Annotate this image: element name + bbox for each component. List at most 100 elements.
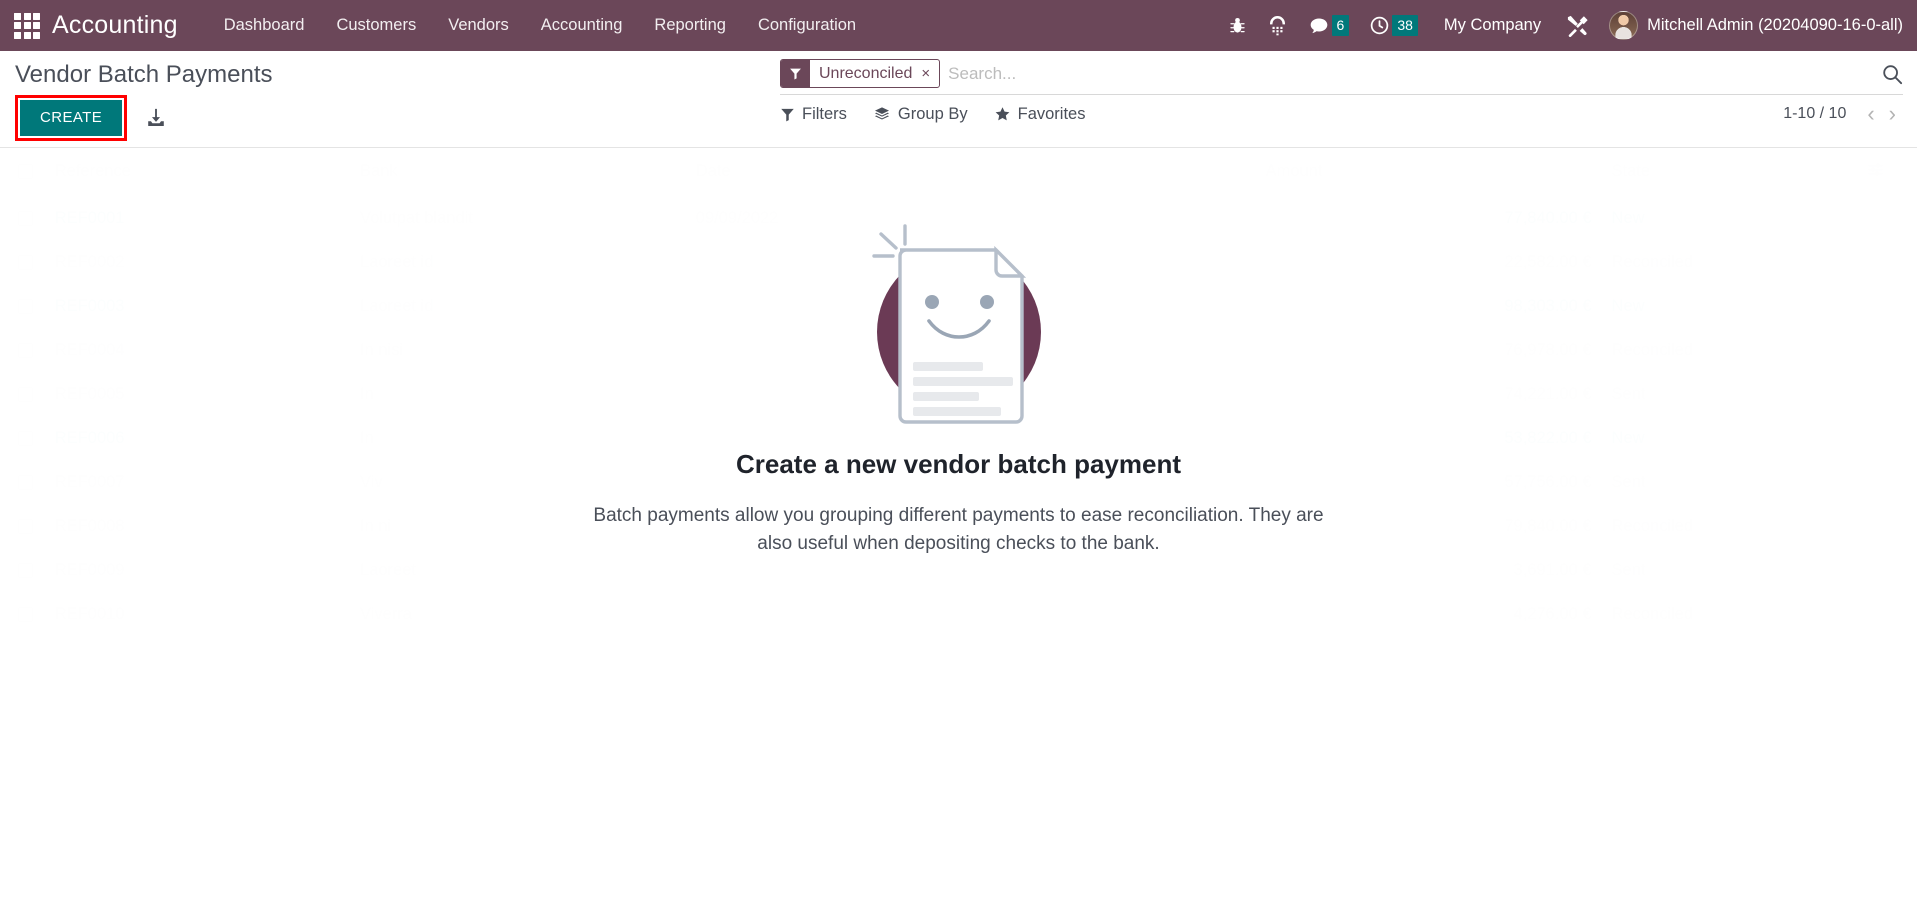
column-header-amount[interactable]: Amount [1255, 148, 1602, 197]
table-row[interactable]: REF0007 Viv 57,756.00 € Sent [0, 460, 1917, 505]
cell-date: 09/09/2022 [685, 196, 1256, 241]
filter-funnel-icon [781, 60, 810, 87]
table-row[interactable]: REF0008 In ni 79,840.00 € Reconciled [0, 504, 1917, 549]
cell-bank: Laoreet id [350, 240, 686, 285]
table-row[interactable]: REF0001 Volutpat blandit 09/09/2022 77,840.… [0, 196, 1917, 241]
column-options-icon[interactable] [1855, 148, 1917, 197]
menu-customers[interactable]: Customers [320, 10, 432, 41]
cell-date [685, 328, 1256, 373]
dialpad-icon[interactable] [1267, 15, 1288, 36]
cell-reference: REF0004 [44, 328, 351, 373]
row-checkbox[interactable] [18, 299, 33, 315]
cell-state: New [1601, 284, 1856, 329]
cell-spacer [1855, 372, 1917, 417]
search-input[interactable] [946, 59, 1903, 88]
cell-bank: Volutpat blandit [350, 196, 686, 241]
row-checkbox[interactable] [18, 255, 33, 271]
cell-reference: REF0009 [44, 548, 351, 593]
cell-spacer [1855, 504, 1917, 549]
row-checkbox-cell [0, 328, 45, 373]
column-header-bank[interactable]: Bank [350, 148, 686, 197]
row-checkbox[interactable] [18, 607, 33, 623]
table-row[interactable]: REF0003 Laoreet id 98,303.00 € New [0, 284, 1917, 329]
bug-icon[interactable] [1228, 16, 1247, 35]
cell-reference: REF0007 [44, 460, 351, 505]
column-header-state[interactable]: State [1601, 148, 1856, 197]
import-download-icon[interactable] [145, 107, 167, 129]
column-header-date[interactable]: Date [685, 148, 1256, 197]
select-all-checkbox[interactable] [18, 164, 33, 180]
table-row[interactable]: REF0006 In 53,822.00 € New [0, 416, 1917, 461]
chat-badge-count: 6 [1331, 15, 1350, 36]
cell-reference: REF0010 [44, 592, 351, 637]
cell-reference: REF0001 [44, 196, 351, 241]
cell-spacer [1855, 416, 1917, 461]
table-head: Reference Bank Date Amount State [0, 148, 1917, 197]
chevron-left-icon[interactable]: ‹ [1860, 103, 1881, 125]
create-button-highlight: CREATE [15, 95, 128, 141]
cell-amount: 74,221.00 € [1255, 372, 1602, 417]
close-icon[interactable]: × [918, 60, 939, 87]
menu-configuration[interactable]: Configuration [742, 10, 872, 41]
cell-bank: In [350, 372, 686, 417]
column-header-reference[interactable]: Reference [44, 148, 351, 197]
menu-reporting[interactable]: Reporting [638, 10, 742, 41]
page-title: Vendor Batch Payments [15, 61, 273, 88]
cell-date [685, 548, 1256, 593]
searchview[interactable]: Unreconciled × [780, 59, 1903, 95]
cell-bank: Viverra [350, 592, 686, 637]
row-checkbox[interactable] [18, 387, 33, 403]
table-row[interactable]: REF0002 Laoreet id 22,582.00 € Reconciled [0, 240, 1917, 285]
control-panel-buttons: CREATE [15, 95, 167, 141]
row-checkbox[interactable] [18, 475, 33, 491]
cell-reference: REF0008 [44, 504, 351, 549]
company-switcher[interactable]: My Company [1444, 16, 1541, 35]
row-checkbox[interactable] [18, 343, 33, 359]
cell-bank: In nisi [350, 328, 686, 373]
menu-accounting[interactable]: Accounting [525, 10, 639, 41]
favorites-dropdown[interactable]: Favorites [994, 104, 1086, 124]
app-brand-accounting[interactable]: Accounting [52, 11, 178, 40]
pager-value: 1-10 / 10 [1783, 105, 1847, 122]
row-checkbox[interactable] [18, 211, 33, 227]
cell-amount: 79,840.00 € [1255, 504, 1602, 549]
activity-clock-icon[interactable]: 38 [1369, 15, 1418, 36]
cell-state: Reconciled [1601, 240, 1856, 285]
filters-dropdown[interactable]: Filters [780, 105, 847, 124]
user-menu[interactable]: Mitchell Admin (20204090-16-0-all) [1609, 11, 1903, 40]
row-checkbox[interactable] [18, 563, 33, 579]
cell-reference: REF0002 [44, 240, 351, 285]
cell-amount: 22,582.00 € [1255, 240, 1602, 285]
search-icon[interactable] [1881, 63, 1903, 90]
search-facet-unreconciled[interactable]: Unreconciled × [780, 59, 941, 88]
menu-vendors[interactable]: Vendors [432, 10, 525, 41]
cell-date [685, 416, 1256, 461]
table-row[interactable]: REF0010 Viverra 4,276.00 € Reconciled [0, 592, 1917, 637]
cell-spacer [1855, 548, 1917, 593]
menu-dashboard[interactable]: Dashboard [208, 10, 321, 41]
row-checkbox-cell [0, 592, 45, 637]
row-checkbox-cell [0, 240, 45, 285]
table-row[interactable]: REF0005 In 74,221.00 € Sent [0, 372, 1917, 417]
row-checkbox[interactable] [18, 519, 33, 535]
cell-state: New [1601, 196, 1856, 241]
chevron-right-icon[interactable]: › [1882, 103, 1903, 125]
tools-wrench-icon[interactable] [1565, 14, 1589, 37]
cell-state: Sent [1601, 548, 1856, 593]
table-row[interactable]: REF0009 Laoreet 3,691.00 € Sent [0, 548, 1917, 593]
row-checkbox[interactable] [18, 431, 33, 447]
favorites-label: Favorites [1017, 104, 1086, 123]
groupby-dropdown[interactable]: Group By [873, 105, 968, 124]
create-button[interactable]: CREATE [20, 100, 123, 136]
select-all-checkbox-cell[interactable] [0, 148, 45, 197]
control-panel-bottom: Filters Group By Favorites 1-10 / 10 ‹ › [780, 103, 1903, 125]
cell-bank: Viv [350, 460, 686, 505]
cell-bank: Laoreet id [350, 284, 686, 329]
cell-reference: REF0005 [44, 372, 351, 417]
chat-bubble-icon[interactable]: 6 [1308, 15, 1350, 36]
cell-reference: REF0006 [44, 416, 351, 461]
user-name: Mitchell Admin (20204090-16-0-all) [1647, 16, 1903, 34]
filters-label: Filters [802, 104, 847, 123]
table-row[interactable]: REF0004 In nisi 76,978.00 € Reconciled [0, 328, 1917, 373]
apps-grid-icon[interactable] [14, 12, 40, 39]
